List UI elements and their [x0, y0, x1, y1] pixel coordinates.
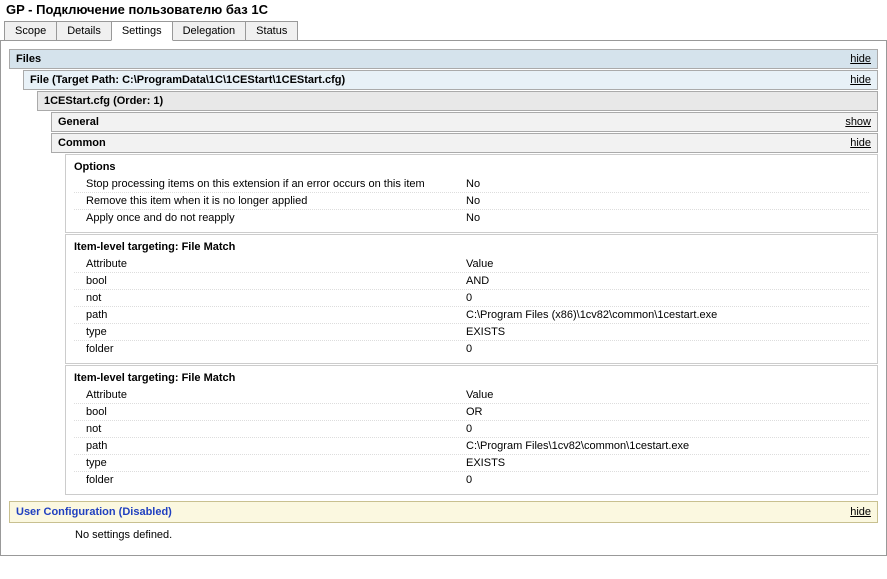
tab-bar: Scope Details Settings Delegation Status	[0, 21, 887, 41]
targeting-row: bool AND	[74, 273, 869, 290]
targeting-val: EXISTS	[466, 326, 869, 338]
targeting-val: 0	[466, 474, 869, 486]
targeting-key: folder	[86, 474, 466, 486]
section-file-label: File (Target Path: C:\ProgramData\1C\1CE…	[30, 74, 345, 86]
targeting-key: type	[86, 326, 466, 338]
section-general-toggle[interactable]: show	[845, 116, 871, 128]
section-common-toggle[interactable]: hide	[850, 137, 871, 149]
targeting-val: 0	[466, 292, 869, 304]
targeting-header-row: Attribute Value	[74, 387, 869, 404]
user-configuration-section: User Configuration (Disabled) hide	[9, 501, 878, 523]
targeting-row: type EXISTS	[74, 324, 869, 341]
targeting-header-key: Attribute	[86, 389, 466, 401]
targeting-val: 0	[466, 343, 869, 355]
targeting-val: OR	[466, 406, 869, 418]
targeting-row: path C:\Program Files (x86)\1cv82\common…	[74, 307, 869, 324]
section-general-label: General	[58, 116, 99, 128]
option-val: No	[466, 178, 869, 190]
targeting-heading-1: Item-level targeting: File Match	[74, 241, 869, 254]
tab-settings[interactable]: Settings	[111, 21, 173, 41]
targeting-row: folder 0	[74, 341, 869, 357]
section-common: Common hide	[51, 133, 878, 153]
section-file-toggle[interactable]: hide	[850, 74, 871, 86]
option-row: Apply once and do not reapply No	[74, 210, 869, 226]
targeting-row: not 0	[74, 421, 869, 438]
section-cfg-label: 1CEStart.cfg (Order: 1)	[44, 95, 163, 107]
targeting-row: folder 0	[74, 472, 869, 488]
content-pane: Files hide File (Target Path: C:\Program…	[0, 41, 887, 556]
targeting-row: bool OR	[74, 404, 869, 421]
option-key: Remove this item when it is no longer ap…	[86, 195, 466, 207]
user-configuration-label: User Configuration (Disabled)	[16, 506, 172, 518]
targeting-row: type EXISTS	[74, 455, 869, 472]
section-general: General show	[51, 112, 878, 132]
option-key: Stop processing items on this extension …	[86, 178, 466, 190]
targeting-key: not	[86, 292, 466, 304]
option-row: Remove this item when it is no longer ap…	[74, 193, 869, 210]
targeting-val: C:\Program Files\1cv82\common\1cestart.e…	[466, 440, 869, 452]
option-key: Apply once and do not reapply	[86, 212, 466, 224]
targeting-key: not	[86, 423, 466, 435]
tab-scope[interactable]: Scope	[4, 21, 57, 40]
targeting-row: path C:\Program Files\1cv82\common\1cest…	[74, 438, 869, 455]
section-file: File (Target Path: C:\ProgramData\1C\1CE…	[23, 70, 878, 90]
targeting-val: AND	[466, 275, 869, 287]
targeting-header-key: Attribute	[86, 258, 466, 270]
tab-delegation[interactable]: Delegation	[172, 21, 247, 40]
targeting-val: EXISTS	[466, 457, 869, 469]
option-row: Stop processing items on this extension …	[74, 176, 869, 193]
targeting-key: path	[86, 440, 466, 452]
user-configuration-toggle[interactable]: hide	[850, 506, 871, 518]
targeting-key: folder	[86, 343, 466, 355]
targeting-val: 0	[466, 423, 869, 435]
section-common-label: Common	[58, 137, 106, 149]
option-val: No	[466, 195, 869, 207]
targeting-key: bool	[86, 275, 466, 287]
targeting-header-val: Value	[466, 258, 869, 270]
options-block: Options Stop processing items on this ex…	[65, 154, 878, 233]
targeting-block-2: Item-level targeting: File Match Attribu…	[65, 365, 878, 495]
window-title: GP - Подключение пользователю баз 1С	[0, 0, 887, 21]
options-heading: Options	[74, 161, 869, 174]
option-val: No	[466, 212, 869, 224]
targeting-block-1: Item-level targeting: File Match Attribu…	[65, 234, 878, 364]
targeting-key: path	[86, 309, 466, 321]
tab-details[interactable]: Details	[56, 21, 112, 40]
tab-status[interactable]: Status	[245, 21, 298, 40]
targeting-key: type	[86, 457, 466, 469]
no-settings-text: No settings defined.	[65, 523, 878, 547]
section-cfg: 1CEStart.cfg (Order: 1)	[37, 91, 878, 111]
section-files-toggle[interactable]: hide	[850, 53, 871, 65]
targeting-val: C:\Program Files (x86)\1cv82\common\1ces…	[466, 309, 869, 321]
targeting-header-row: Attribute Value	[74, 256, 869, 273]
section-files-label: Files	[16, 53, 41, 65]
targeting-heading-2: Item-level targeting: File Match	[74, 372, 869, 385]
targeting-header-val: Value	[466, 389, 869, 401]
targeting-row: not 0	[74, 290, 869, 307]
section-files: Files hide	[9, 49, 878, 69]
targeting-key: bool	[86, 406, 466, 418]
